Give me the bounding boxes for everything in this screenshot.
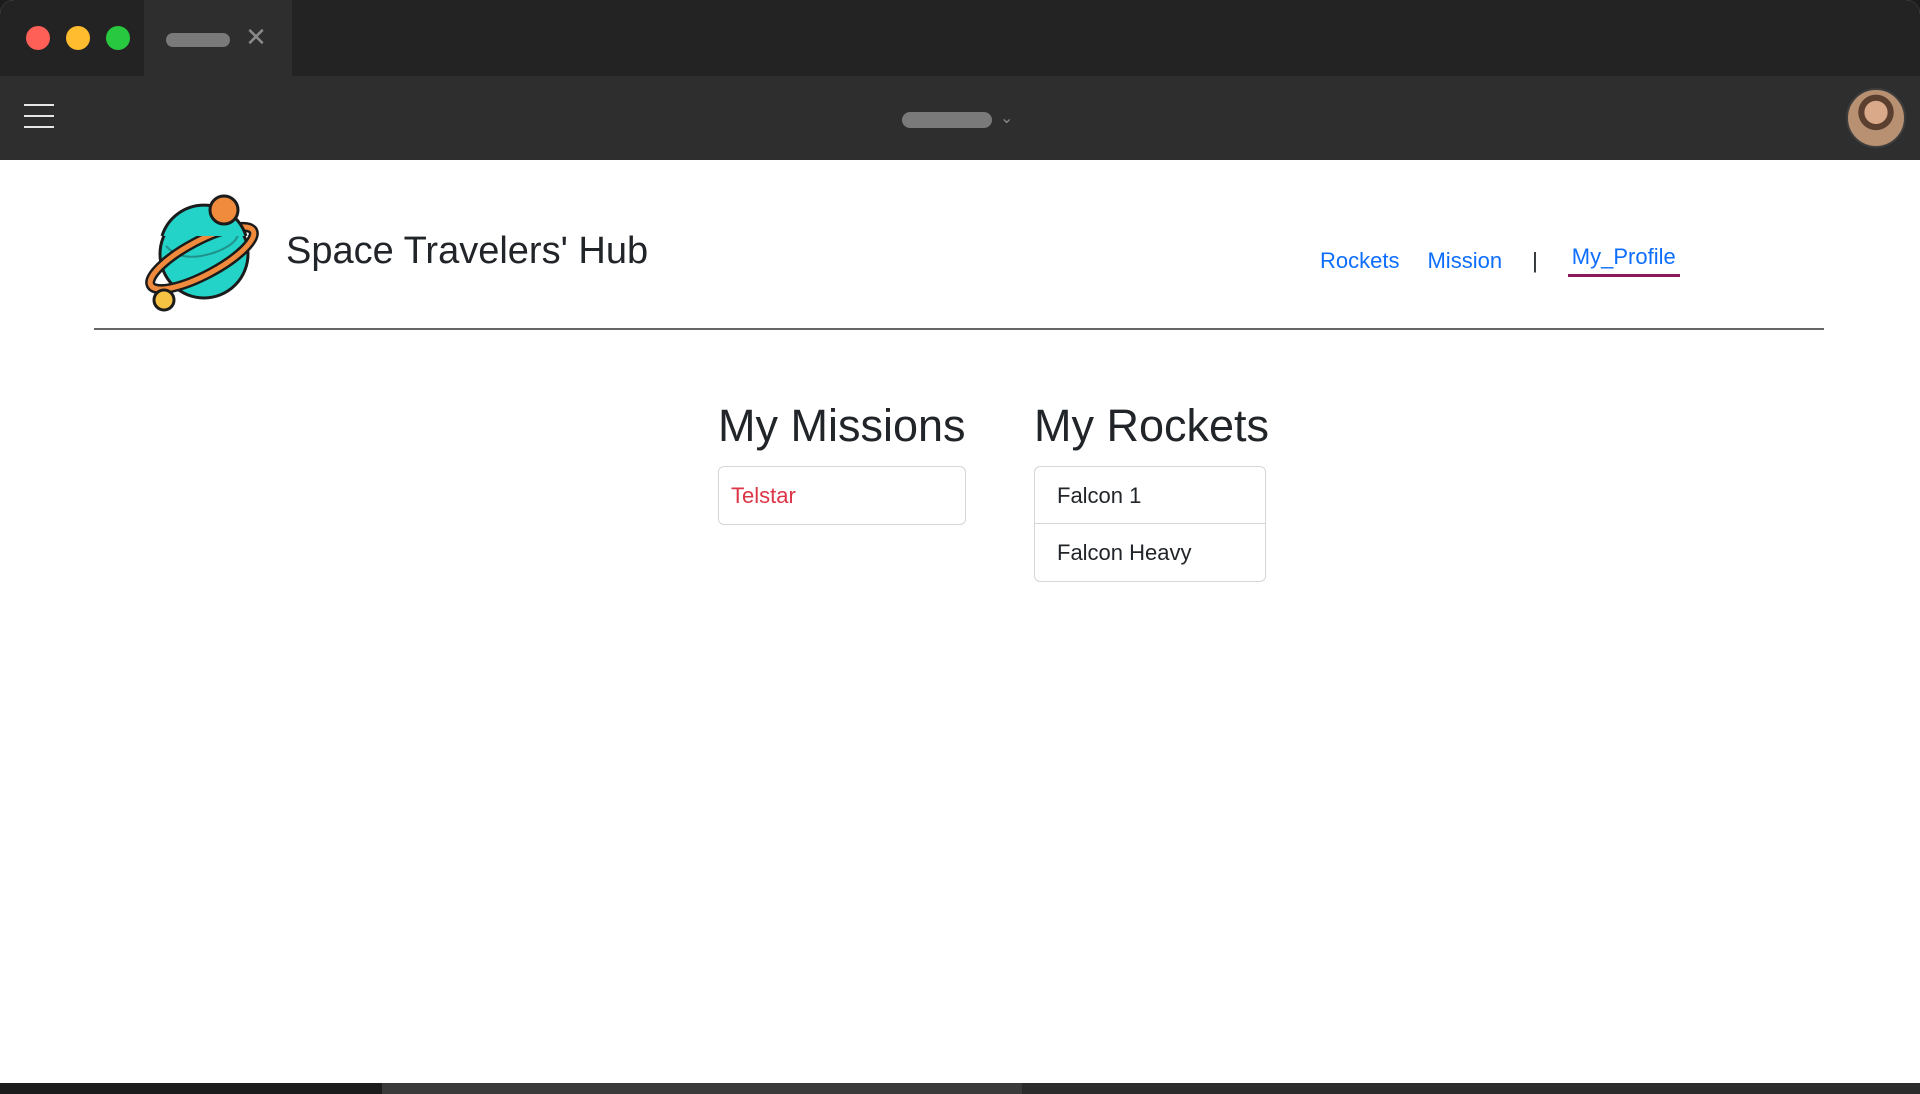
chevron-down-icon[interactable]: ⌄ — [1000, 108, 1013, 127]
site-title: Space Travelers' Hub — [286, 230, 649, 272]
page-content: Space Travelers' Hub Rockets Mission | M… — [0, 160, 1920, 1083]
address-bar[interactable]: ⌄ — [902, 108, 1026, 128]
rockets-list: Falcon 1 Falcon Heavy — [1034, 466, 1266, 582]
window-maximize-button[interactable] — [106, 26, 130, 50]
window-close-button[interactable] — [26, 26, 50, 50]
my-missions-section: My Missions Telstar — [718, 400, 966, 525]
window-minimize-button[interactable] — [66, 26, 90, 50]
my-rockets-section: My Rockets Falcon 1 Falcon Heavy — [1034, 400, 1270, 582]
desktop-wallpaper-fragment — [382, 1083, 1022, 1094]
site-header: Space Travelers' Hub Rockets Mission | M… — [94, 160, 1824, 330]
address-redacted — [902, 112, 992, 128]
missions-list: Telstar — [718, 466, 966, 525]
desktop-wallpaper-fragment — [1022, 1083, 1920, 1094]
browser-tab[interactable]: ✕ — [144, 0, 292, 76]
mission-list-item: Telstar — [731, 483, 796, 508]
title-bar: ✕ — [0, 0, 1920, 76]
hamburger-menu-icon[interactable] — [24, 104, 54, 130]
avatar[interactable] — [1846, 88, 1906, 148]
browser-toolbar: ⌄ — [0, 76, 1920, 160]
nav-link-rockets[interactable]: Rockets — [1320, 248, 1399, 274]
rocket-list-item: Falcon Heavy — [1057, 540, 1192, 565]
desktop-background-strip — [0, 1083, 1920, 1094]
my-rockets-heading: My Rockets — [1034, 400, 1270, 451]
nav-link-my-profile[interactable]: My_Profile — [1567, 244, 1680, 277]
nav-link-mission[interactable]: Mission — [1427, 248, 1502, 274]
browser-window: ✕ ⌄ Space Travelers' Hub Rockets Mission… — [0, 0, 1920, 1083]
rocket-list-item: Falcon 1 — [1035, 467, 1265, 524]
main-nav: Rockets Mission | My_Profile — [1320, 244, 1680, 277]
my-missions-heading: My Missions — [718, 400, 966, 451]
close-icon[interactable]: ✕ — [244, 24, 268, 52]
nav-separator: | — [1532, 247, 1538, 273]
tab-title-redacted — [166, 33, 230, 47]
planet-logo-icon — [145, 194, 259, 312]
